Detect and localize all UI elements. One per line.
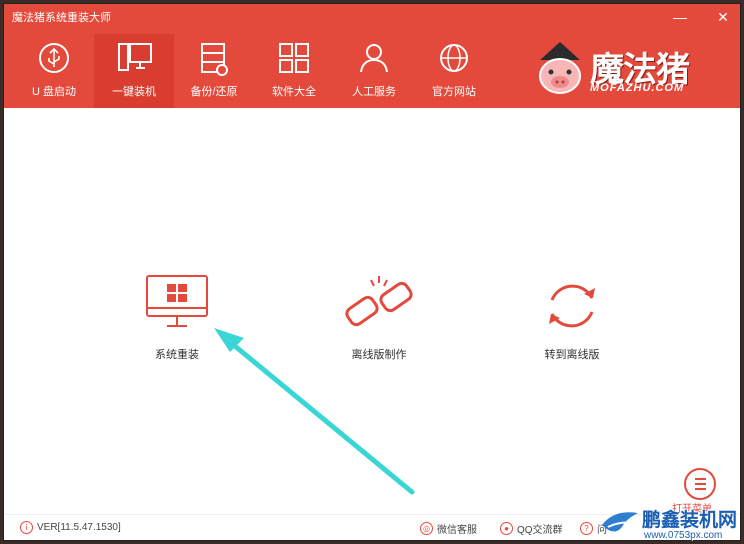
- nav-human-service[interactable]: 人工服务: [334, 34, 414, 108]
- version-info: i VER[11.5.47.1530]: [20, 521, 121, 534]
- wechat-label: 微信客服: [437, 525, 477, 536]
- header-bar: 魔法猪系统重装大师 ― ✕ U 盘启动 一键装机 备份/还原 软件大全 人工服务…: [4, 4, 740, 108]
- nav-label: 备份/还原: [190, 86, 238, 98]
- watermark-name: 鹏鑫装机网: [642, 509, 738, 531]
- watermark: 鹏鑫装机网 www.0753px.com: [600, 503, 744, 544]
- nav-label: U 盘启动: [32, 86, 76, 98]
- globe-icon: [440, 44, 468, 72]
- offline-make-button[interactable]: 离线版制作: [334, 274, 424, 364]
- app-window: 魔法猪系统重装大师 ― ✕ U 盘启动 一键装机 备份/还原 软件大全 人工服务…: [4, 4, 740, 540]
- wechat-service-link[interactable]: ◎ 微信客服: [420, 521, 477, 536]
- nav-usb-boot[interactable]: U 盘启动: [14, 34, 94, 108]
- nav-software[interactable]: 软件大全: [254, 34, 334, 108]
- wechat-icon: ◎: [420, 522, 433, 535]
- nav-one-click-install[interactable]: 一键装机: [94, 34, 174, 108]
- window-title: 魔法猪系统重装大师: [12, 12, 111, 24]
- brand-site: MOFAZHU.COM: [590, 82, 685, 94]
- broken-link-icon: [345, 276, 413, 327]
- nav-official-site[interactable]: 官方网站: [414, 34, 494, 108]
- qq-label: QQ交流群: [517, 525, 563, 536]
- qq-icon: ●: [500, 522, 513, 535]
- usb-icon: [39, 43, 69, 73]
- close-icon[interactable]: ✕: [714, 8, 732, 26]
- switch-offline-button[interactable]: 转到离线版: [530, 274, 614, 364]
- watermark-logo-icon: [602, 512, 638, 532]
- nav-label: 软件大全: [272, 86, 316, 98]
- refresh-icon: [549, 284, 595, 328]
- qq-group-link[interactable]: ● QQ交流群: [500, 521, 563, 536]
- monitor-windows-icon: [146, 275, 208, 327]
- nav-label: 人工服务: [352, 86, 396, 98]
- nav-backup-restore[interactable]: 备份/还原: [174, 34, 254, 108]
- list-icon: [695, 478, 706, 490]
- offline-make-label: 离线版制作: [351, 349, 407, 361]
- monitor-icon: [118, 43, 152, 71]
- version-text: VER[11.5.47.1530]: [37, 522, 121, 533]
- user-service-icon: [360, 44, 388, 73]
- switch-offline-label: 转到离线版: [544, 349, 600, 361]
- reinstall-button[interactable]: 系统重装: [140, 274, 214, 364]
- info-icon: i: [20, 521, 33, 534]
- help-icon: ?: [580, 522, 593, 535]
- top-nav: U 盘启动 一键装机 备份/还原 软件大全 人工服务 官方网站: [14, 34, 494, 108]
- open-menu-button[interactable]: [684, 468, 716, 500]
- minimize-icon[interactable]: ―: [671, 8, 689, 26]
- nav-label: 一键装机: [112, 86, 156, 98]
- pig-mascot-icon: [539, 42, 581, 94]
- apps-grid-icon: [279, 43, 309, 73]
- reinstall-label: 系统重装: [155, 349, 199, 361]
- backup-icon: [201, 43, 228, 76]
- nav-label: 官方网站: [432, 86, 476, 98]
- brand-logo: 魔法猪 MOFAZHU.COM: [532, 36, 732, 106]
- watermark-url: www.0753px.com: [644, 530, 723, 541]
